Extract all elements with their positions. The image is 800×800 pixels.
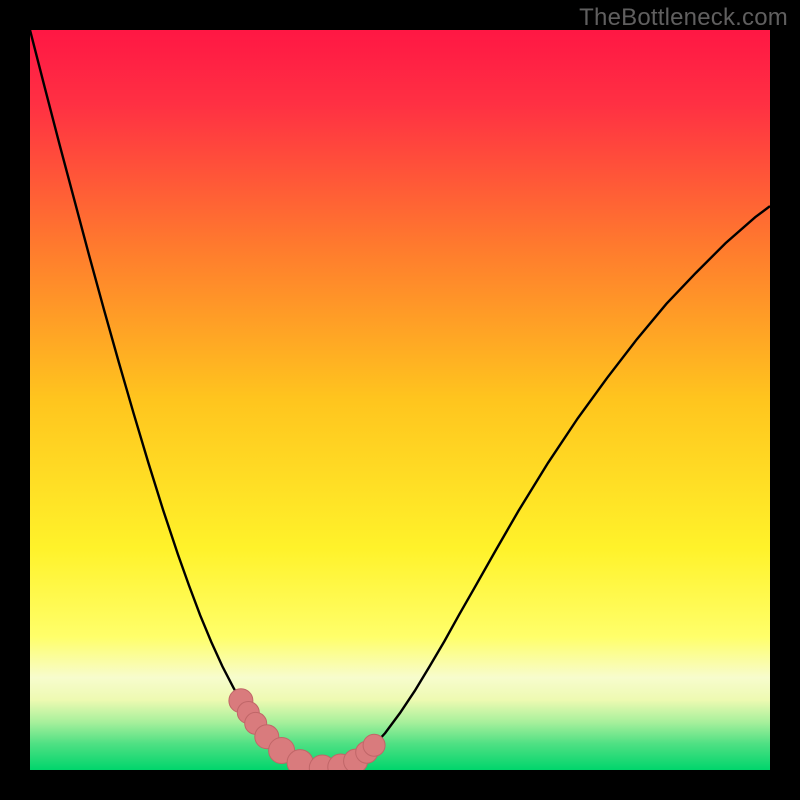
- watermark-text: TheBottleneck.com: [579, 4, 788, 32]
- data-marker: [363, 734, 385, 756]
- chart-frame: TheBottleneck.com: [0, 0, 800, 800]
- plot-area: [30, 30, 770, 770]
- gradient-background: [30, 30, 770, 770]
- chart-svg: [30, 30, 770, 770]
